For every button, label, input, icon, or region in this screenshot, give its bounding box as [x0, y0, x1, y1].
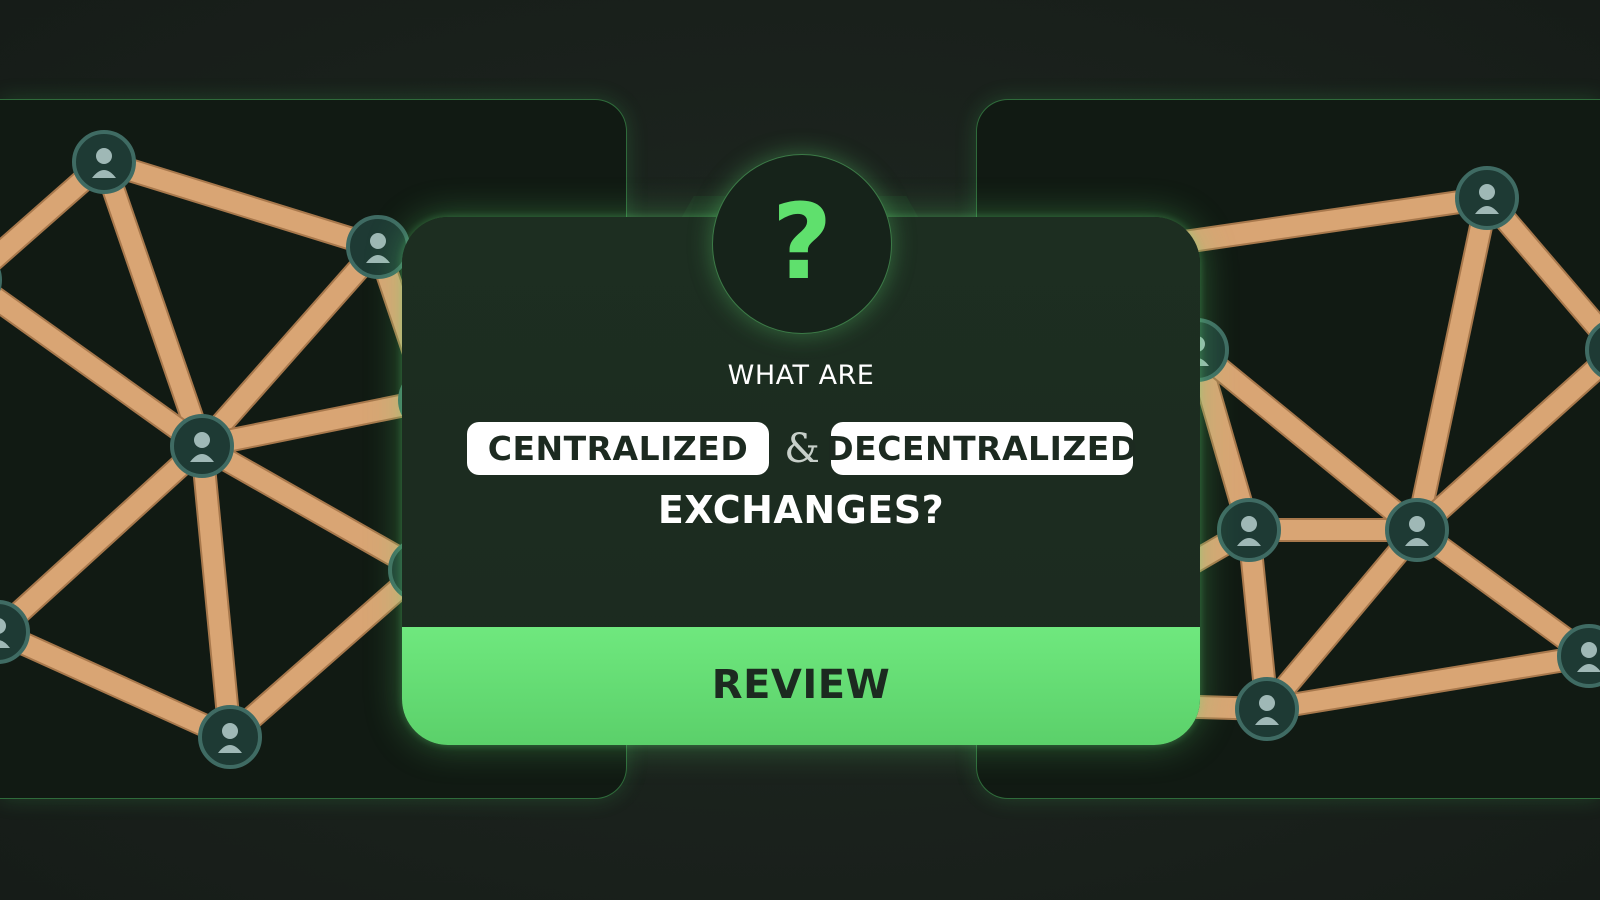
- question-badge: ?: [712, 154, 892, 334]
- review-button[interactable]: REVIEW: [402, 627, 1200, 745]
- stick-edge: [0, 622, 240, 747]
- user-token-icon: [1235, 677, 1299, 741]
- user-token-icon: [1455, 166, 1519, 230]
- user-token-icon: [1385, 498, 1449, 562]
- user-token-icon: [198, 705, 262, 769]
- user-token-icon: [72, 130, 136, 194]
- ampersand: &: [784, 425, 820, 472]
- stick-edge: [94, 152, 388, 257]
- question-mark-icon: ?: [771, 181, 833, 303]
- stick-edge: [192, 436, 430, 580]
- user-token-icon: [1557, 624, 1600, 688]
- stick-edge: [220, 560, 430, 747]
- user-token-icon: [346, 215, 410, 279]
- stick-edge: [192, 436, 240, 747]
- review-button-label: REVIEW: [711, 662, 891, 708]
- stick-edge: [0, 436, 212, 642]
- decentralized-pill: DECENTRALIZED: [826, 422, 1137, 475]
- intro-text: WHAT ARE: [727, 360, 875, 391]
- decentralized-label: DECENTRALIZED: [826, 429, 1138, 468]
- headline: EXCHANGES?: [657, 488, 945, 532]
- centralized-label: CENTRALIZED: [487, 429, 749, 468]
- user-token-icon: [170, 414, 234, 478]
- user-token-icon: [1217, 498, 1281, 562]
- centralized-pill: CENTRALIZED: [467, 422, 769, 475]
